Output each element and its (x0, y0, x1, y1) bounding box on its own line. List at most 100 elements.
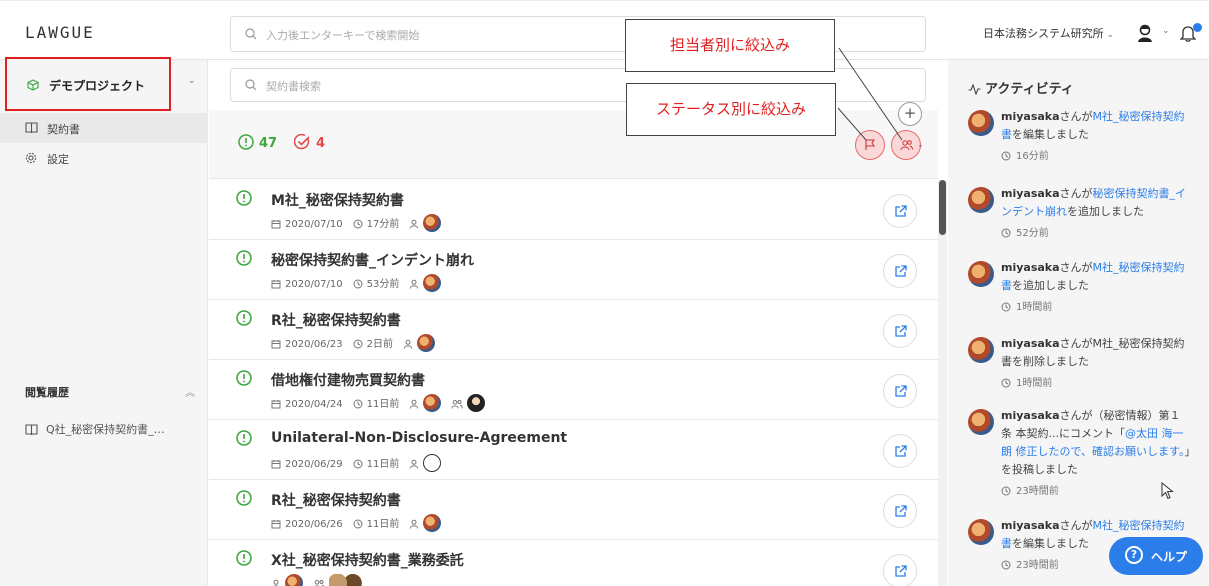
exclamation-circle-icon (236, 310, 252, 326)
activity-user: miyasaka (1001, 519, 1060, 532)
activity-text: miyasakaさんがM社_秘密保持契約書を追加しました (1001, 259, 1191, 295)
activity-panel: アクティビティ miyasakaさんがM社_秘密保持契約書を編集しました 16分前… (948, 60, 1209, 586)
calendar-icon (271, 400, 281, 409)
chevron-down-icon[interactable]: ⌄ (1162, 26, 1170, 36)
activity-title: アクティビティ (968, 78, 1074, 97)
external-link-icon (895, 505, 907, 517)
activity-time-label: 1時間前 (1016, 378, 1053, 389)
avatar[interactable] (968, 409, 994, 435)
user-icon (410, 459, 419, 469)
organization-selector[interactable]: 日本法務システム研究所 ⌄ (983, 25, 1114, 41)
book-icon (25, 424, 38, 435)
scrollbar[interactable] (938, 180, 947, 586)
open-contract-button[interactable] (883, 254, 917, 288)
open-contract-button[interactable] (883, 194, 917, 228)
external-link-icon (895, 205, 907, 217)
avatar[interactable] (467, 394, 486, 412)
user-icon (410, 399, 419, 409)
contract-updated-ago: 53分前 (366, 279, 400, 290)
check-circle-icon (294, 134, 310, 150)
avatar[interactable] (968, 337, 994, 363)
avatar[interactable] (285, 574, 303, 586)
users-icon (314, 580, 325, 586)
contract-row[interactable]: R社_秘密保持契約書 2020/06/23 2日前 (209, 300, 938, 360)
contract-row[interactable]: 秘密保持契約書_インデント崩れ 2020/07/10 53分前 (209, 240, 938, 300)
calendar-icon (271, 220, 281, 229)
activity-text: miyasakaさんが秘密保持契約書_インデント崩れを追加しました (1001, 185, 1191, 221)
open-contract-button[interactable] (883, 314, 917, 348)
activity-post: を編集しました (1012, 128, 1089, 141)
contract-row[interactable]: M社_秘密保持契約書 2020/07/10 17分前 (209, 180, 938, 240)
contract-meta (271, 574, 363, 586)
exclamation-circle-icon (236, 250, 252, 266)
external-link-icon (895, 445, 907, 457)
avatar[interactable] (423, 274, 442, 292)
clock-icon (353, 219, 363, 229)
chevron-down-icon[interactable]: ⌄ (188, 76, 196, 86)
avatar[interactable] (417, 334, 436, 352)
contract-row[interactable]: 借地権付建物売買契約書 2020/04/24 11日前 (209, 360, 938, 420)
avatar-group[interactable] (329, 574, 363, 586)
activity-time-label: 23時間前 (1016, 560, 1059, 571)
users-icon (451, 400, 464, 409)
avatar[interactable] (968, 261, 994, 287)
chevron-up-icon[interactable]: ︽ (185, 384, 195, 399)
contract-title[interactable]: R社_秘密保持契約書 (271, 310, 401, 330)
contract-title[interactable]: M社_秘密保持契約書 (271, 190, 404, 210)
callout-assignee-filter: 担当者別に絞込み (625, 19, 835, 72)
contract-row[interactable]: Unilateral-Non-Disclosure-Agreement 2020/… (209, 420, 938, 480)
contract-title[interactable]: 借地権付建物売買契約書 (271, 370, 425, 390)
sidebar-item-contracts[interactable]: 契約書 (0, 113, 208, 143)
contract-title[interactable]: 秘密保持契約書_インデント崩れ (271, 250, 474, 270)
open-contract-button[interactable] (883, 434, 917, 468)
add-contract-button[interactable]: + (898, 102, 922, 126)
notification-dot (1193, 23, 1202, 32)
contract-title[interactable]: R社_秘密保持契約書 (271, 490, 401, 510)
app-logo[interactable]: LAWGUE (25, 23, 95, 42)
cube-icon (27, 79, 39, 91)
activity-time: 23時間前 (1001, 556, 1059, 571)
contract-title[interactable]: X社_秘密保持契約書_業務委託 (271, 550, 464, 570)
user-avatar-icon[interactable] (1135, 23, 1155, 43)
contract-updated-ago: 11日前 (366, 459, 400, 470)
activity-post: を追加しました (1012, 279, 1089, 292)
contract-updated-ago: 2日前 (366, 339, 394, 350)
activity-user: miyasaka (1001, 337, 1060, 350)
contract-search-placeholder: 契約書検索 (266, 80, 321, 93)
open-contract-button[interactable] (883, 494, 917, 528)
status-filter-button[interactable] (855, 130, 885, 160)
activity-pulse-icon (968, 83, 981, 95)
contract-row[interactable]: R社_秘密保持契約書 2020/06/26 11日前 (209, 480, 938, 540)
help-button[interactable]: ? ヘルプ (1109, 537, 1203, 575)
activity-time-label: 52分前 (1016, 228, 1049, 239)
history-item[interactable]: Q社_秘密保持契約書_… (25, 421, 165, 437)
activity-time: 16分前 (1001, 147, 1049, 162)
clock-icon (1001, 302, 1011, 312)
done-count: 4 (316, 136, 326, 151)
avatar[interactable] (968, 110, 994, 136)
avatar[interactable] (423, 214, 442, 232)
scrollbar-thumb[interactable] (939, 180, 946, 235)
open-contract-button[interactable] (883, 374, 917, 408)
help-label: ヘルプ (1151, 550, 1188, 564)
sidebar-item-settings[interactable]: 設定 (0, 143, 208, 173)
contract-row[interactable]: X社_秘密保持契約書_業務委託 (209, 540, 938, 586)
history-title: 閲覧履歴 (25, 386, 69, 399)
clock-icon (1001, 228, 1011, 238)
project-selector[interactable]: デモプロジェクト (5, 57, 171, 111)
open-count-filter[interactable]: 47 (238, 134, 277, 151)
chevron-down-icon[interactable]: ⌄ (917, 140, 924, 149)
exclamation-circle-icon (236, 370, 252, 386)
avatar[interactable] (968, 187, 994, 213)
avatar[interactable] (423, 514, 442, 532)
gear-icon (25, 152, 37, 164)
avatar[interactable] (423, 394, 442, 412)
avatar[interactable] (968, 519, 994, 545)
done-count-filter[interactable]: 4 (294, 134, 325, 151)
activity-time-label: 23時間前 (1016, 486, 1059, 497)
contract-meta: 2020/06/23 2日前 (271, 334, 436, 352)
user-icon (273, 579, 279, 586)
avatar[interactable] (423, 454, 442, 472)
contract-title[interactable]: Unilateral-Non-Disclosure-Agreement (271, 430, 567, 446)
open-contract-button[interactable] (883, 554, 917, 586)
